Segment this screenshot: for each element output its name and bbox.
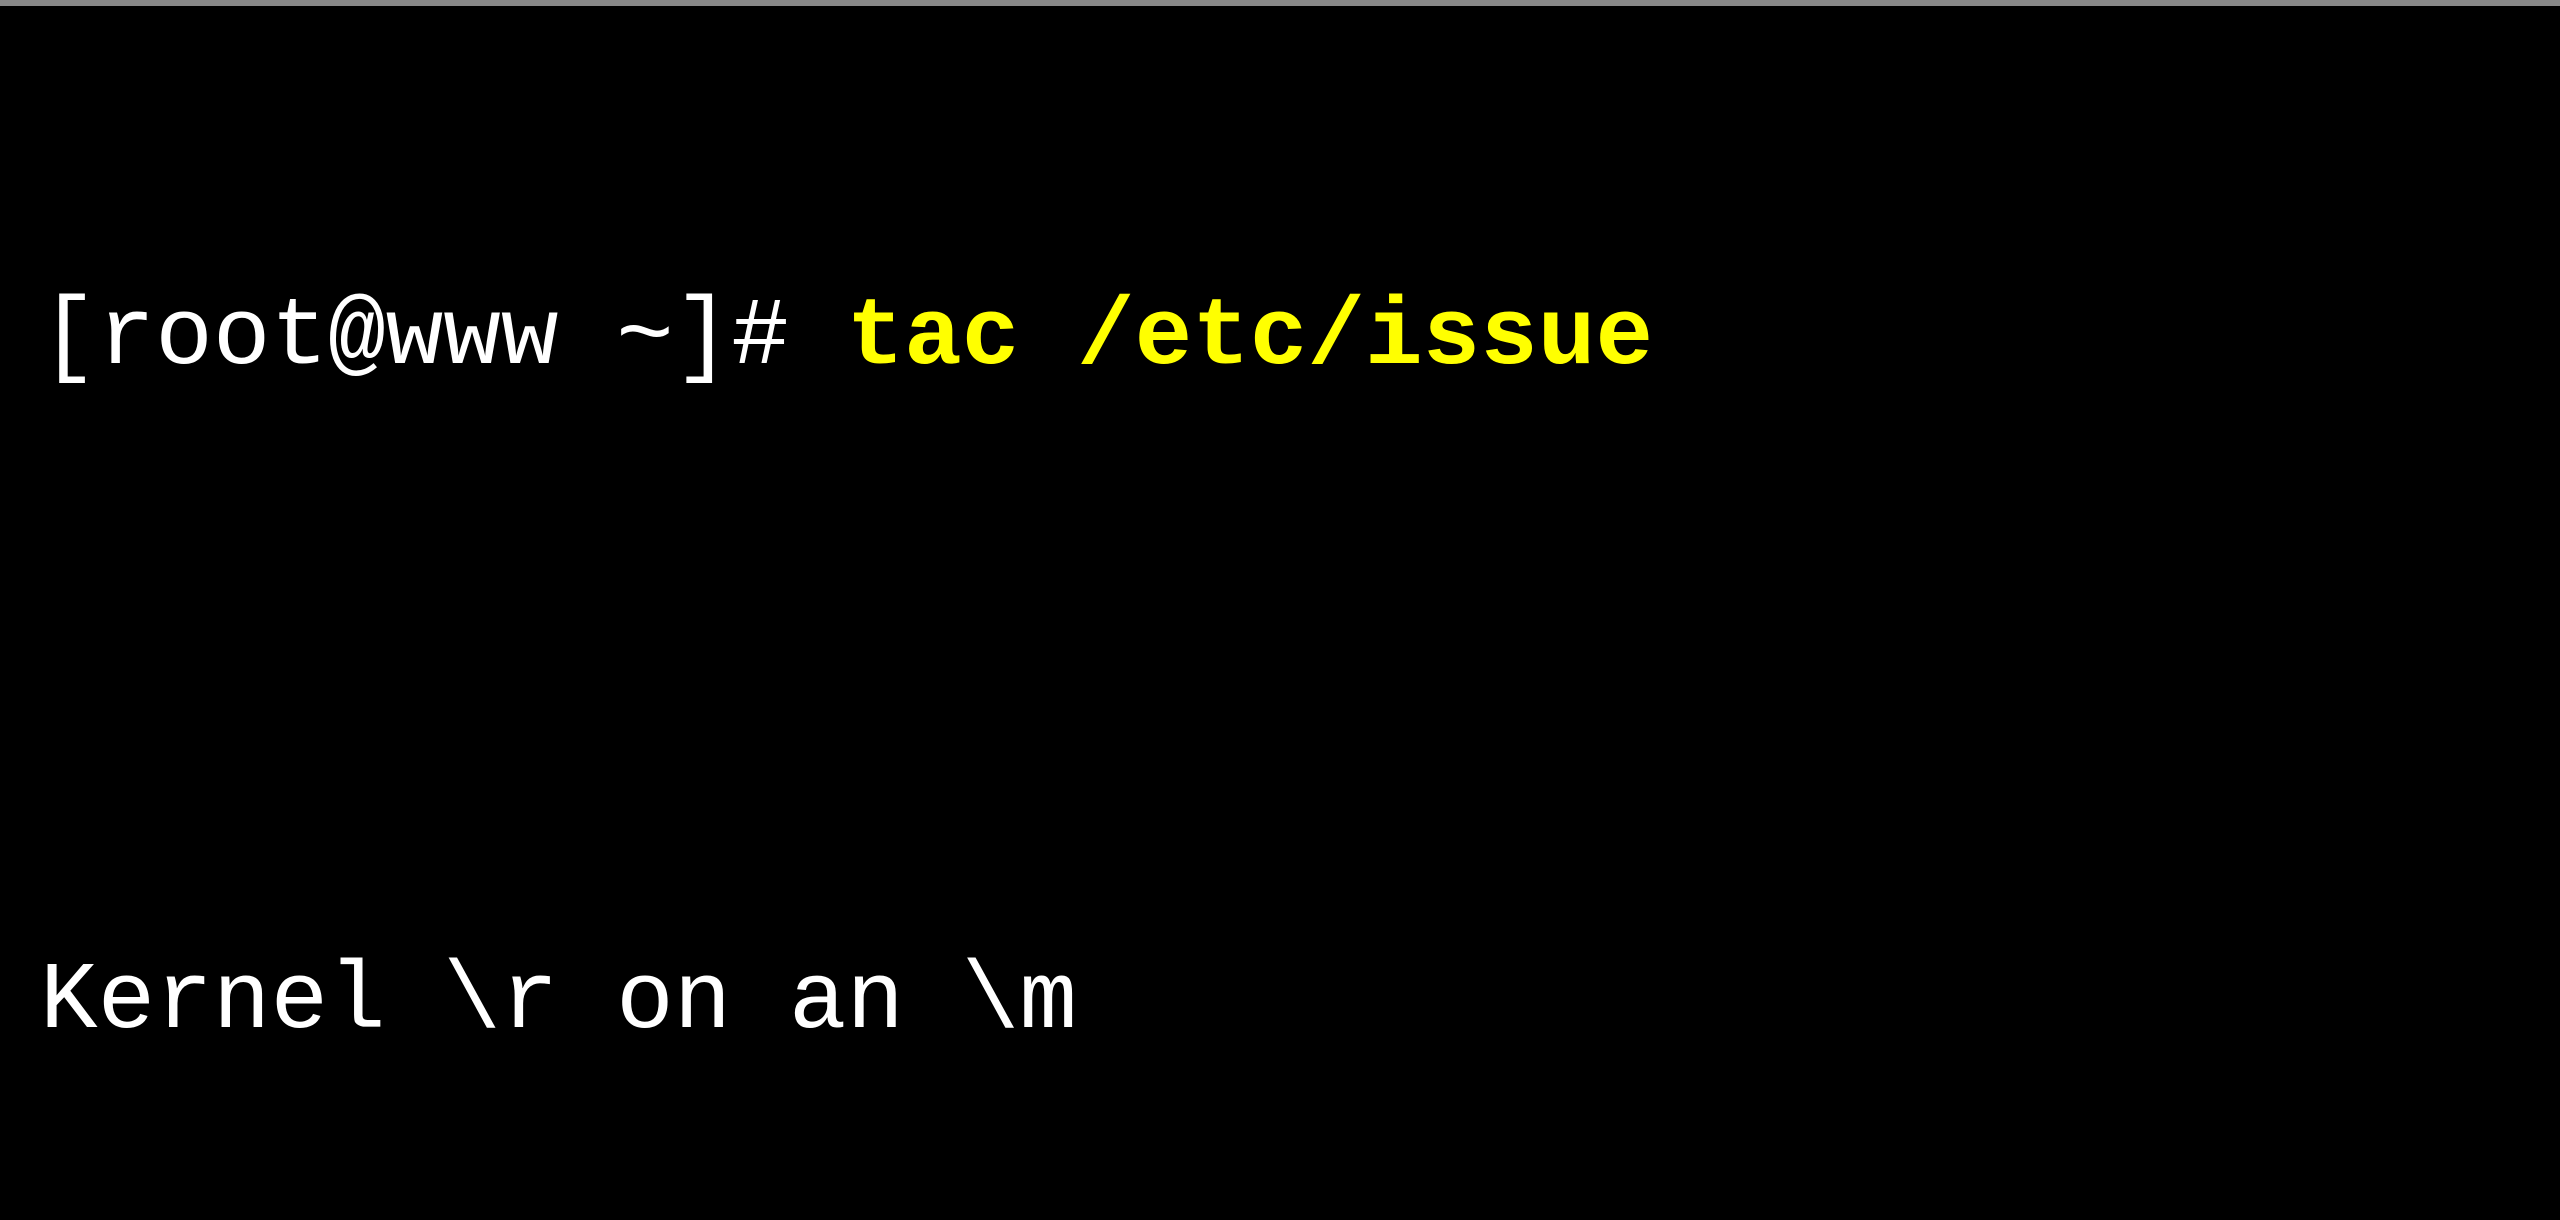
output-line: Kernel \r on an \m [40,940,2560,1065]
command-text: tac /etc/issue [847,283,1654,392]
command-line[interactable]: [root@www ~]# tac /etc/issue [40,276,2560,401]
shell-prompt: [root@www ~]# [40,283,789,392]
terminal-window: [root@www ~]# tac /etc/issue Kernel \r o… [40,26,2560,1220]
